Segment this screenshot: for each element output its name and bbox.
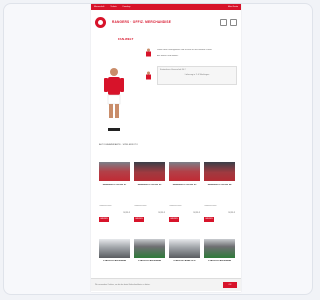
card-thumbnail[interactable] (169, 162, 200, 181)
product-info: Wähle dein Lieblingsmotiv und sichere di… (157, 49, 237, 85)
shipping-text-2: Lieferung in 2–4 Werktagen (184, 74, 210, 76)
card-title[interactable]: STADION PANORAMA (204, 260, 235, 267)
buy-button[interactable]: KAUFEN (99, 217, 109, 222)
shipping-box: Kostenloser Versand ab 30 € Lieferung in… (157, 66, 237, 85)
card-title[interactable]: STADION FANBLOCK (169, 260, 200, 267)
image-caption: AUTOGRAMMKARTE · SPIELERFOTO (99, 144, 138, 146)
site-header: RANGERS · OFFIZ. MERCHANDISE (91, 12, 241, 32)
player-image (104, 68, 124, 131)
topbar-link-1[interactable]: Mannschaft (94, 4, 104, 10)
buy-button[interactable]: KAUFEN (169, 217, 179, 222)
buy-button[interactable]: KAUFEN (134, 217, 144, 222)
card-price: 12,95 € (123, 212, 130, 214)
card-thumbnail[interactable] (169, 239, 200, 258)
card-thumbnail[interactable] (134, 162, 165, 181)
product-card[interactable]: STADION PANORAMA (204, 239, 235, 267)
product-grid-row-1: RANGERS POSTER 01 Offizielles Motiv 12,9… (99, 162, 235, 222)
top-bar: Mannschaft Tickets Fanshop Mein Konto (91, 4, 241, 10)
card-description: Offizielles Motiv (134, 205, 147, 207)
card-price: 12,95 € (228, 212, 235, 214)
page-title: FAN-WELT (118, 37, 134, 41)
card-description: Offizielles Motiv (99, 205, 112, 207)
card-thumbnail[interactable] (99, 162, 130, 181)
card-description: Offizielles Motiv (169, 205, 182, 207)
product-card[interactable]: RANGERS POSTER 04 Offizielles Motiv 12,9… (204, 162, 235, 222)
product-card[interactable]: RANGERS POSTER 01 Offizielles Motiv 12,9… (99, 162, 130, 222)
card-title[interactable]: STADION PANORAMA (134, 260, 165, 267)
variant-thumb-2[interactable] (145, 71, 152, 80)
card-title[interactable]: RANGERS POSTER 03 (169, 184, 200, 191)
topbar-link-2[interactable]: Tickets (110, 4, 116, 10)
search-icon[interactable] (220, 18, 227, 26)
topbar-account-link[interactable]: Mein Konto (228, 4, 238, 10)
brand-title: RANGERS · OFFIZ. MERCHANDISE (112, 20, 172, 24)
card-title[interactable]: RANGERS POSTER 02 (134, 184, 165, 191)
topbar-link-3[interactable]: Fanshop (123, 4, 131, 10)
card-price: 12,95 € (193, 212, 200, 214)
cookie-accept-button[interactable]: OK (223, 282, 237, 288)
product-card[interactable]: STADION FANBLOCK (169, 239, 200, 267)
card-thumbnail[interactable] (134, 239, 165, 258)
product-card[interactable]: RANGERS POSTER 02 Offizielles Motiv 12,9… (134, 162, 165, 222)
cookie-text: Wir verwenden Cookies, um dir das beste … (95, 283, 151, 286)
cart-icon[interactable] (230, 18, 237, 26)
card-thumbnail[interactable] (204, 239, 235, 258)
card-thumbnail[interactable] (99, 239, 130, 258)
header-icons (220, 18, 237, 26)
variant-thumb-1[interactable] (145, 48, 152, 57)
card-description: Offizielles Motiv (204, 205, 217, 207)
cookie-banner: Wir verwenden Cookies, um dir das beste … (91, 278, 241, 291)
club-crest-logo[interactable] (95, 16, 106, 28)
product-grid-row-2: STADION PANORAMA STADION PANORAMA STADIO… (99, 239, 235, 267)
card-price: 12,95 € (158, 212, 165, 214)
product-card[interactable]: RANGERS POSTER 03 Offizielles Motiv 12,9… (169, 162, 200, 222)
web-page: Mannschaft Tickets Fanshop Mein Konto RA… (91, 4, 241, 292)
shipping-text-1: Kostenloser Versand ab 30 € (160, 69, 186, 71)
card-thumbnail[interactable] (204, 162, 235, 181)
buy-button[interactable]: KAUFEN (204, 217, 214, 222)
card-title[interactable]: STADION PANORAMA (99, 260, 130, 267)
product-variants (145, 48, 153, 94)
card-title[interactable]: RANGERS POSTER 01 (99, 184, 130, 191)
product-card[interactable]: STADION PANORAMA (134, 239, 165, 267)
product-card[interactable]: STADION PANORAMA (99, 239, 130, 267)
info-text-2: Alle Motive sind limitiert. (157, 55, 179, 57)
card-title[interactable]: RANGERS POSTER 04 (204, 184, 235, 191)
